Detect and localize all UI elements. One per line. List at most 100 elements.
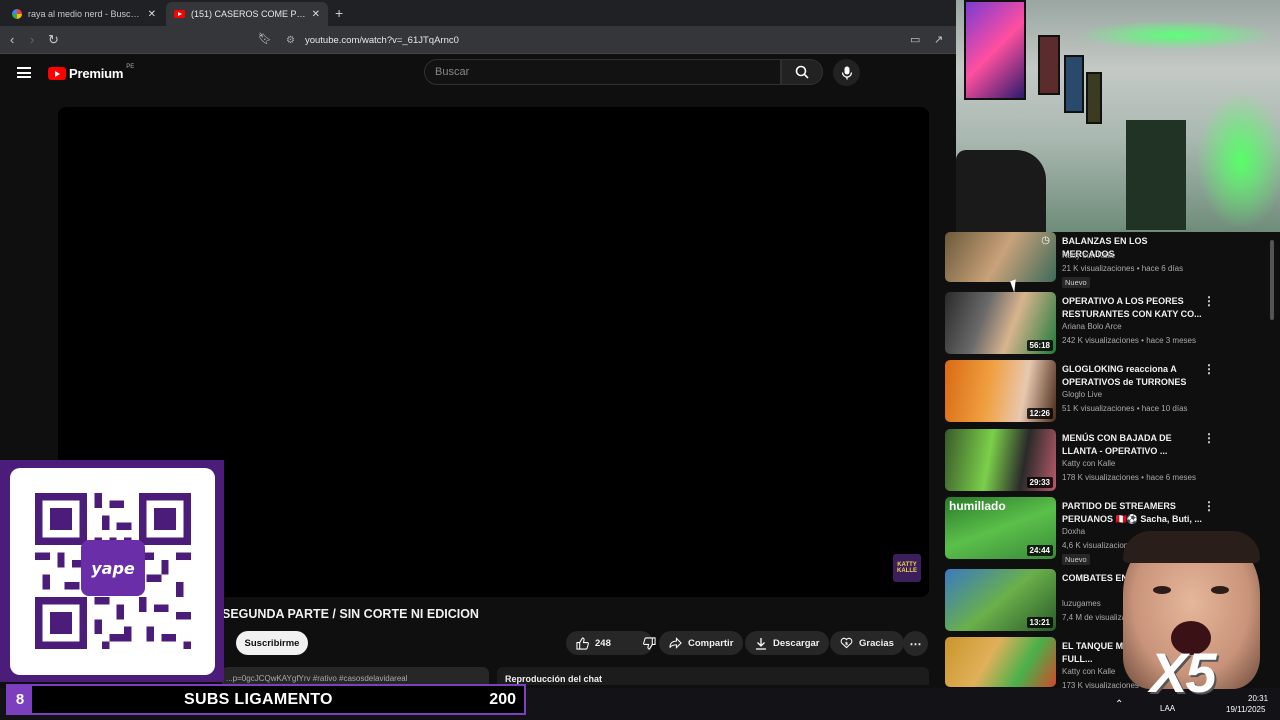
description-box[interactable]: ...p=0gcJCQwKAYgfYrv #rativo #casosdelav…: [222, 667, 489, 685]
download-icon: [756, 637, 766, 650]
menu-icon[interactable]: [17, 67, 31, 78]
rec-title[interactable]: OPERATIVO A LOS PEORES RESTURANTES CON K…: [1062, 295, 1202, 321]
clock-date[interactable]: 19/11/2025: [1226, 705, 1265, 714]
kebab-menu-icon[interactable]: ⋮: [1203, 294, 1215, 308]
clock-icon[interactable]: ◷: [1041, 235, 1050, 246]
eye: [1211, 586, 1229, 594]
logo-region: PE: [126, 63, 135, 70]
multiplier-text: X5: [1150, 641, 1216, 704]
qr-card: yape: [10, 468, 215, 675]
rec-channel[interactable]: Doxha: [1062, 527, 1085, 536]
cast-icon[interactable]: ▭: [910, 33, 920, 46]
bookmark-icon[interactable]: 🔖︎: [258, 32, 272, 45]
back-icon[interactable]: ‹: [10, 32, 14, 47]
led-light: [1196, 90, 1280, 230]
site-info-icon[interactable]: ⚙: [286, 35, 295, 46]
logo-text: Premium: [69, 66, 124, 81]
rec-age: hace 6 días: [1141, 264, 1184, 273]
url-field[interactable]: ⚙ youtube.com/watch?v=_61JTqArnc0: [280, 30, 948, 50]
rec-age: hace 3 meses: [1146, 336, 1196, 345]
thumbs-up-icon: [576, 636, 589, 650]
search-button[interactable]: [781, 59, 823, 85]
goal-label: SUBS LIGAMENTO: [184, 691, 333, 708]
tab-youtube-video[interactable]: (151) CASEROS COME PESO -SEGU... ✕: [166, 2, 328, 26]
forward-icon[interactable]: ›: [30, 32, 34, 47]
language-indicator[interactable]: LAA: [1160, 704, 1175, 713]
shelf: [1126, 120, 1186, 230]
screen: raya al medio nerd - Buscar con Goo... ✕…: [0, 0, 1280, 720]
video-thumbnail[interactable]: 12:26: [945, 360, 1056, 422]
wall-poster: [1038, 35, 1060, 95]
kebab-menu-icon[interactable]: ⋮: [1203, 431, 1215, 445]
close-icon[interactable]: ✕: [148, 9, 156, 20]
channel-watermark[interactable]: KATTY KALLE: [893, 554, 921, 582]
goal-current-count: 8: [8, 686, 32, 713]
thanks-button[interactable]: $ Gracias: [830, 631, 904, 655]
address-bar: ‹ › ↻ 🔖︎ ⚙ youtube.com/watch?v=_61JTqArn…: [0, 26, 956, 54]
rec-channel[interactable]: Gloglo Live: [1062, 390, 1102, 399]
video-thumbnail[interactable]: humillado 24:44: [945, 497, 1056, 559]
youtube-premium-logo[interactable]: Premium PE: [48, 63, 135, 81]
search-icon: [795, 65, 809, 79]
kebab-menu-icon[interactable]: ⋮: [1203, 362, 1215, 376]
reload-icon[interactable]: ↻: [48, 32, 59, 48]
duration-badge: 29:33: [1026, 477, 1053, 488]
rec-title[interactable]: MENÚS CON BAJADA DE LLANTA - OPERATIVO .…: [1062, 432, 1202, 458]
video-thumbnail[interactable]: [945, 637, 1056, 687]
goal-target: 200: [489, 691, 516, 708]
scrollbar[interactable]: [1270, 240, 1274, 320]
like-button[interactable]: 248: [566, 631, 621, 655]
rec-title[interactable]: PARTIDO DE STREAMERS PERUANOS 🇵🇪⚽ Sacha,…: [1062, 500, 1202, 526]
tab-title: raya al medio nerd - Buscar con Goo...: [28, 9, 142, 19]
rec-title[interactable]: GLOGLOKING reacciona A OPERATIVOS de TUR…: [1062, 363, 1202, 389]
eye: [1153, 586, 1171, 594]
rec-channel[interactable]: Katty con Kalle: [1062, 667, 1115, 676]
share-button[interactable]: Compartir: [659, 631, 744, 655]
google-icon: [12, 9, 22, 19]
rec-channel[interactable]: luzugames: [1062, 599, 1101, 608]
video-thumbnail[interactable]: 13:21: [945, 569, 1056, 631]
rec-meta: 178 K visualizaciones • hace 6 meses: [1062, 473, 1196, 482]
video-thumbnail[interactable]: 56:18: [945, 292, 1056, 354]
webcam-feed: [956, 0, 1280, 232]
chevron-up-icon[interactable]: ⌃: [1115, 699, 1123, 710]
rec-meta: 51 K visualizaciones • hace 10 días: [1062, 404, 1188, 413]
list-item[interactable]: 29:33 MENÚS CON BAJADA DE LLANTA - OPERA…: [945, 429, 1225, 493]
chat-replay-header[interactable]: Reproducción del chat: [497, 667, 929, 685]
search-input[interactable]: Buscar: [424, 59, 781, 85]
clock-time[interactable]: 20:31: [1248, 694, 1268, 703]
video-title: SEGUNDA PARTE / SIN CORTE NI EDICION: [222, 607, 479, 621]
share-label: Compartir: [688, 637, 734, 649]
voice-search-button[interactable]: [833, 59, 860, 86]
url-text: youtube.com/watch?v=_61JTqArnc0: [304, 34, 459, 46]
list-item[interactable]: ◷ BALANZAS EN LOS MERCADOS Katty con Kal…: [945, 232, 1225, 296]
rec-channel[interactable]: Katty con Kalle: [1062, 251, 1115, 260]
rec-views: 21 K visualizaciones: [1062, 264, 1135, 273]
wall-poster: [964, 0, 1026, 100]
list-item[interactable]: 56:18 OPERATIVO A LOS PEORES RESTURANTES…: [945, 292, 1225, 356]
share-icon[interactable]: ↗: [934, 33, 943, 46]
rec-meta: 242 K visualizaciones • hace 3 meses: [1062, 336, 1196, 345]
rec-channel[interactable]: Katty con Kalle: [1062, 459, 1115, 468]
list-item[interactable]: 12:26 GLOGLOKING reacciona A OPERATIVOS …: [945, 360, 1225, 424]
heart-dollar-icon: $: [840, 637, 853, 649]
tab-google-search[interactable]: raya al medio nerd - Buscar con Goo... ✕: [4, 2, 164, 26]
share-arrow-icon: [669, 637, 682, 649]
rec-channel[interactable]: Ariana Bolo Arce: [1062, 322, 1122, 331]
duration-badge: 12:26: [1026, 408, 1053, 419]
close-icon[interactable]: ✕: [312, 9, 320, 20]
kebab-menu-icon[interactable]: ⋮: [1203, 499, 1215, 513]
gaming-chair: [956, 150, 1046, 232]
video-thumbnail[interactable]: ◷: [945, 232, 1056, 282]
download-button[interactable]: Descargar: [745, 631, 830, 655]
rec-views: 51 K visualizaciones: [1062, 404, 1135, 413]
new-tab-button[interactable]: +: [335, 5, 343, 21]
rec-age: hace 10 días: [1141, 404, 1188, 413]
subscribe-button[interactable]: Suscribirme: [236, 631, 308, 655]
rec-views: 178 K visualizaciones: [1062, 473, 1139, 482]
rec-meta: 21 K visualizaciones • hace 6 días: [1062, 264, 1184, 273]
video-thumbnail[interactable]: 29:33: [945, 429, 1056, 491]
more-actions-button[interactable]: ⋯: [903, 631, 928, 656]
duration-badge: 13:21: [1026, 617, 1053, 628]
youtube-play-icon: [48, 67, 66, 80]
